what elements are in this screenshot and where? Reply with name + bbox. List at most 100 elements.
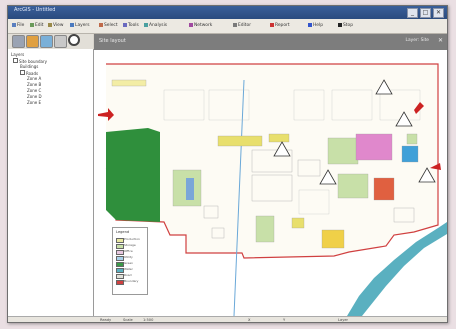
pan-tool-button[interactable] [26,35,39,48]
analysis-icon [144,22,148,27]
tree-item-label: Zone D [27,94,42,99]
report-icon [270,22,274,27]
legend-label: Utility [124,255,133,259]
legend-item: Office [116,249,146,255]
building [111,79,147,87]
legend-swatch [116,280,124,285]
legend-title: Legend [116,230,130,234]
status-x: X [248,318,251,322]
maximize-button[interactable]: □ [420,8,431,18]
menu-analysis[interactable]: Analysis [144,22,167,30]
menu-view-label: View [53,23,64,28]
menu-editor[interactable]: Editor [233,22,251,30]
legend-item: Road [116,273,146,279]
menu-stop[interactable]: Stop [338,22,353,30]
menu-report-label: Report [275,23,290,28]
legend-label: Road [124,273,132,277]
legend-item: Storage [116,243,146,249]
tree-root-label: Layers [11,52,25,57]
menu-file[interactable]: File [12,22,24,30]
building [291,217,305,229]
menu-toolbar: File Edit View Layers Select Tools Analy… [8,19,447,34]
building [217,135,263,147]
building [355,133,393,161]
building [251,174,293,202]
legend-label: Production [124,237,140,241]
building [406,133,418,145]
menu-tools[interactable]: Tools [123,22,139,30]
tree-item-label: Zone A [27,76,42,81]
legend-item: Boundary [116,279,146,285]
tree-item-label: Zone C [27,88,42,93]
layers-icon [70,22,74,27]
layer-tree: Layers Site boundary Buildings Roads Zon… [8,49,94,322]
menu-stop-label: Stop [343,23,353,28]
menu-layers[interactable]: Layers [70,22,90,30]
file-icon [12,22,16,27]
building [186,178,194,200]
status-scale-label: Scale [123,318,133,322]
expand-icon [13,58,18,63]
minimize-button[interactable]: _ [407,8,418,18]
legend-item: Utility [116,255,146,261]
legend-label: Water [124,267,133,271]
select-tool-button[interactable] [40,35,53,48]
status-ready: Ready [100,318,112,322]
title-bar[interactable]: ArcGIS - Untitled _ □ ✕ [8,6,447,19]
network-icon [189,22,193,27]
building [401,145,419,163]
menu-view[interactable]: View [48,22,63,30]
select-icon [99,22,103,27]
status-bar: Ready Scale 1:500 X Y Layer [8,316,447,322]
close-button[interactable]: ✕ [433,8,444,18]
menu-network-label: Network [194,23,213,28]
menu-file-label: File [17,23,25,28]
menu-select-label: Select [104,23,118,28]
edit-icon [30,22,34,27]
window-title: ArcGIS - Untitled [14,7,56,13]
menu-report[interactable]: Report [270,22,290,30]
tree-item-label: Buildings [20,64,39,69]
view-icon [48,22,52,27]
legend-item: Water [116,267,146,273]
status-y: Y [283,318,286,322]
editor-icon [233,22,237,27]
legend-item: Production [116,237,146,243]
tree-item[interactable]: Zone E [27,100,41,106]
document-title: Site layout [99,38,126,44]
building [373,177,395,201]
map-legend: Legend Production Storage Office Utility… [112,227,148,295]
legend-label: Boundary [124,279,139,283]
menu-edit[interactable]: Edit [30,22,44,30]
window-controls: _ □ ✕ [407,8,444,18]
menu-analysis-label: Analysis [149,23,168,28]
menu-select[interactable]: Select [99,22,118,30]
legend-label: Storage [124,243,136,247]
legend-item: Green [116,261,146,267]
grid-tool-button[interactable] [12,35,25,48]
zoom-icon[interactable] [68,34,80,46]
menu-layers-label: Layers [75,23,90,28]
menu-network[interactable]: Network [189,22,212,30]
building [297,159,321,177]
document-header: Site layout Layer: Site ✕ [94,34,447,50]
app-window: ArcGIS - Untitled _ □ ✕ File Edit View L… [7,5,448,323]
menu-edit-label: Edit [35,23,44,28]
building [203,205,219,219]
document-close-button[interactable]: ✕ [438,38,443,44]
menu-help[interactable]: Help [308,22,323,30]
menu-tools-label: Tools [128,23,139,28]
building [255,215,275,243]
building [211,227,225,239]
identify-tool-button[interactable] [54,35,67,48]
tools-toolbar [8,34,93,50]
help-icon [308,22,312,27]
building [321,229,345,249]
legend-label: Office [124,249,133,253]
stop-icon [338,22,342,27]
building [393,207,415,223]
tree-item-label: Zone B [27,82,42,87]
document-layer-label: Layer: Site [405,38,429,43]
expand-icon [20,70,25,75]
legend-label: Green [124,261,134,265]
